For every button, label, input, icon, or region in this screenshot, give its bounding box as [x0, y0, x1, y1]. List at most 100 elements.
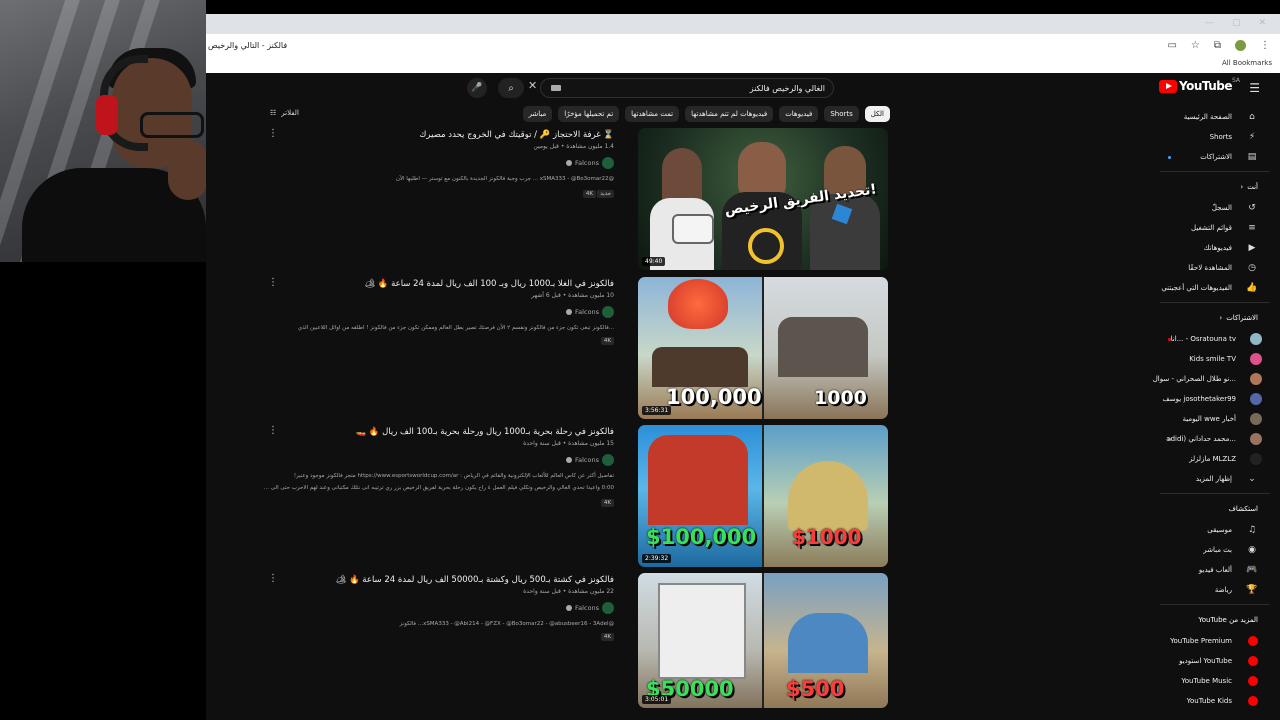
channel-link[interactable]: Falcons [566, 306, 614, 318]
more-options-icon[interactable]: ⋮ [268, 425, 278, 436]
sidebar-item-watch-later[interactable]: ◷ المشاهدة لاحقًا [1160, 258, 1280, 278]
profile-avatar[interactable] [1235, 39, 1246, 51]
all-bookmarks[interactable]: All Bookmarks [1222, 59, 1272, 67]
more-options-icon[interactable]: ⋮ [268, 277, 278, 288]
channel-avatar[interactable] [602, 157, 614, 169]
chip-all[interactable]: الكل [864, 106, 890, 122]
search-button[interactable]: ⌕ [498, 78, 524, 98]
video-duration: 2:39:32 [642, 554, 672, 563]
video-thumbnail[interactable]: 100,000 1000 3:56:31 [638, 277, 888, 419]
sidebar-item-live[interactable]: ◉ بث مباشر [1160, 540, 1280, 560]
sidebar-subscription[interactable]: Osratouna tv - ...انا [1160, 329, 1280, 349]
more-options-icon[interactable]: ⋮ [268, 128, 278, 139]
bookmark-star-icon[interactable]: ☆ [1191, 40, 1200, 51]
4k-badge: 4K [600, 499, 614, 507]
music-icon: ♫ [1247, 525, 1257, 535]
youtube-music-icon [1248, 676, 1258, 686]
sidebar-item-sports[interactable]: 🏆 رياضة [1160, 580, 1280, 600]
thumbnail-price-right: $500 [786, 677, 845, 701]
sidebar-item-history[interactable]: ↺ السجلّ [1160, 198, 1280, 218]
video-duration: 49:40 [642, 257, 666, 266]
verified-icon [566, 160, 572, 166]
sidebar-subscription[interactable]: ...نو طلال الصحراني - سوال [1153, 369, 1280, 389]
channel-avatar [1250, 393, 1262, 405]
chip-videos[interactable]: فيديوهات [779, 106, 819, 122]
search-query[interactable]: الغالي والرخيص فالكنز [750, 84, 825, 93]
chip-shorts[interactable]: Shorts [824, 106, 859, 122]
video-result[interactable]: ⋮ فالكونز في رحلة بحرية بـ1000 ريال ورحل… [206, 425, 906, 567]
channel-avatar [1250, 353, 1262, 365]
liked-icon: 👍 [1246, 283, 1258, 293]
cast-icon[interactable]: ▭ [1167, 40, 1176, 51]
video-title[interactable]: فالكونز في الغلا بـ1000 ريال وبـ 100 الف… [364, 279, 614, 289]
sidebar-you-header[interactable]: أنت ‹ [1160, 176, 1280, 198]
sidebar-item-music-app[interactable]: YouTube Music [1160, 671, 1280, 691]
thumbnail-price-left: 100,000 [666, 385, 762, 409]
show-more-button[interactable]: ⌄ إظهار المزيد [1160, 469, 1280, 489]
watch-later-icon: ◷ [1248, 263, 1256, 273]
search-input[interactable]: الغالي والرخيص فالكنز [540, 78, 834, 98]
sidebar-item-liked[interactable]: 👍 الفيديوهات التي أعجبتني [1160, 278, 1280, 298]
video-meta: 10 مليون مشاهدة • قبل 6 أشهر [531, 292, 614, 299]
filters-button[interactable]: ☷ الفلاتر [270, 109, 299, 117]
sidebar-item-gaming[interactable]: 🎮 ألعاب فيديو [1160, 560, 1280, 580]
more-options-icon[interactable]: ⋮ [268, 573, 278, 584]
chip-live[interactable]: مباشر [522, 106, 553, 122]
video-thumbnail[interactable]: $50000 $500 3:05:01 [638, 573, 888, 708]
video-title[interactable]: ⌛ غرفة الاحتجاز 🔑 / توقيتك في الخروج يحد… [419, 130, 614, 140]
video-thumbnail[interactable]: $100,000 $1000 2:39:32 [638, 425, 888, 567]
youtube-logo[interactable]: YouTube SA [1158, 77, 1240, 93]
thumbnail-price-right: $1000 [792, 525, 862, 549]
youtube-play-icon [1158, 79, 1177, 93]
new-badge: جديد [597, 190, 614, 198]
extensions-icon[interactable]: ⧉ [1214, 40, 1221, 51]
chip-watched[interactable]: تمت مشاهدتها [625, 106, 680, 122]
video-result[interactable]: ⋮ فالكونز في الغلا بـ1000 ريال وبـ 100 ا… [206, 277, 906, 419]
channel-avatar[interactable] [602, 306, 614, 318]
video-meta: 22 مليون مشاهدة • قبل سنة واحدة [523, 588, 614, 595]
video-title[interactable]: فالكونز في رحلة بحرية بـ1000 ريال ورحلة … [356, 427, 614, 437]
menu-icon[interactable]: ☰ [1249, 81, 1260, 95]
sidebar-subscription[interactable]: josothetaker99 يوسف [1160, 389, 1280, 409]
channel-link[interactable]: Falcons [566, 602, 614, 614]
sidebar-item-kids[interactable]: YouTube Kids [1160, 691, 1280, 711]
sidebar-item-subscriptions[interactable]: ▤ الاشتراكات [1160, 147, 1280, 167]
channel-link[interactable]: Falcons [566, 454, 614, 466]
clear-search-icon[interactable]: ✕ [528, 79, 537, 92]
sidebar-item-studio[interactable]: YouTube استوديو [1160, 651, 1280, 671]
new-content-dot [1168, 155, 1171, 159]
url-text[interactable]: فالكنز - التالي والرخيص [208, 41, 287, 50]
filter-chips: الكل Shorts فيديوهات فيديوهات لم تتم مشا… [522, 106, 890, 122]
sidebar-item-premium[interactable]: YouTube Premium [1160, 631, 1280, 651]
gaming-icon: 🎮 [1246, 565, 1258, 575]
channel-avatar[interactable] [602, 454, 614, 466]
sidebar-subscription[interactable]: ...محمد حداداني (adidi [1160, 429, 1280, 449]
sidebar-more-header: المزيد من YouTube [1198, 616, 1258, 624]
sidebar-subscription[interactable]: MLZLZ مازلزلز [1160, 449, 1280, 469]
maximize-button[interactable]: ▢ [1232, 18, 1241, 28]
sidebar-item-your-videos[interactable]: ▶ فيديوهاتك [1160, 238, 1280, 258]
masthead: 🎤 ⌕ ✕ الغالي والرخيص فالكنز YouTube SA ☰ [206, 73, 1280, 101]
video-title[interactable]: فالكونز في كشتة بـ500 ريال وكشتة بـ50000… [336, 575, 614, 585]
video-result[interactable]: ⋮ ⌛ غرفة الاحتجاز 🔑 / توقيتك في الخروج ي… [206, 128, 906, 270]
channel-link[interactable]: Falcons [566, 157, 614, 169]
sidebar-item-home[interactable]: ⌂ الصفحة الرئيسية [1160, 107, 1280, 127]
address-bar[interactable]: فالكنز - التالي والرخيص ▭ ☆ ⧉ ⋮ [206, 34, 1280, 56]
chip-recent[interactable]: تم تحميلها مؤخرًا [558, 106, 620, 122]
sidebar-subscriptions-header[interactable]: الاشتراكات ‹ [1160, 307, 1280, 329]
minimize-button[interactable]: — [1205, 18, 1214, 28]
chip-unwatched[interactable]: فيديوهات لم تتم مشاهدتها [685, 106, 774, 122]
sidebar-subscription[interactable]: أخبار wwe اليومية [1160, 409, 1280, 429]
voice-search-icon[interactable]: 🎤 [467, 78, 487, 98]
sidebar-item-playlists[interactable]: ≡ قوائم التشغيل [1160, 218, 1280, 238]
channel-avatar[interactable] [602, 602, 614, 614]
search-icon: ⌕ [508, 82, 514, 94]
close-window-button[interactable]: ✕ [1258, 18, 1266, 28]
sidebar-item-shorts[interactable]: ⚡ Shorts [1160, 127, 1280, 147]
browser-menu-icon[interactable]: ⋮ [1260, 40, 1270, 51]
video-thumbnail[interactable]: تحديد الفريق الرخيص! 49:40 [638, 128, 888, 270]
keyboard-icon[interactable] [551, 85, 561, 91]
sidebar-item-music[interactable]: ♫ موسيقى [1160, 520, 1280, 540]
sidebar-subscription[interactable]: Kids smile TV [1160, 349, 1280, 369]
video-result[interactable]: ⋮ فالكونز في كشتة بـ500 ريال وكشتة بـ500… [206, 573, 906, 715]
